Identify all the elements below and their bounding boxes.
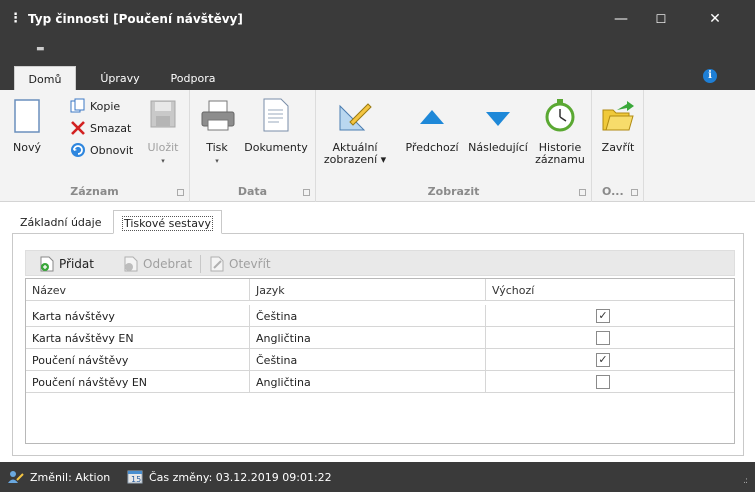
group-data: Tisk ▾ Dokumenty Data <box>190 90 316 202</box>
tab-podpora[interactable]: Podpora <box>162 66 224 90</box>
smazat-button[interactable]: Smazat <box>70 120 131 136</box>
data-launcher-icon[interactable] <box>303 189 310 196</box>
column-header-jazyk[interactable]: Jazyk <box>250 279 486 301</box>
group-label-zobrazit: Zobrazit <box>427 185 480 198</box>
status-change-time: 15 Čas změny: 03.12.2019 09:01:22 <box>127 470 332 484</box>
status-changed-by: Změnil: Aktion <box>8 470 110 484</box>
detail-tabs: Základní údaje Tiskové sestavy <box>12 206 744 234</box>
predchozi-button[interactable]: Předchozí <box>402 98 462 154</box>
cell-jazyk: Čeština <box>250 305 486 327</box>
calendar-icon: 15 <box>127 470 143 484</box>
maximize-button[interactable]: ☐ <box>641 0 681 38</box>
cell-nazev: Karta návštěvy <box>26 305 250 327</box>
toolbar-separator <box>200 255 201 273</box>
vychozi-checkbox[interactable]: ✓ <box>596 309 610 323</box>
tisk-button[interactable]: Tisk ▾ <box>200 98 236 167</box>
arrow-up-icon <box>414 98 450 134</box>
add-document-icon <box>40 256 54 272</box>
obnovit-button[interactable]: Obnovit <box>70 142 133 158</box>
refresh-icon <box>71 143 85 157</box>
minimize-button[interactable]: — <box>601 0 641 38</box>
window-title: Typ činnosti [Poučení návštěvy] <box>28 12 243 26</box>
resize-grip-icon[interactable]: .: <box>743 476 748 486</box>
title-bar: ⋮ Typ činnosti [Poučení návštěvy] — ☐ ✕ <box>0 0 755 38</box>
vychozi-checkbox[interactable] <box>596 375 610 389</box>
tisk-dropdown-icon: ▾ <box>215 157 219 165</box>
cell-vychozi: ✓ <box>486 349 734 371</box>
quick-access-dropdown-icon[interactable]: ▬ <box>36 44 45 54</box>
tab-upravy[interactable]: Úpravy <box>90 66 150 90</box>
ribbon: Nový Kopie Smazat Obnovit Uložit ▾ Zázna… <box>0 90 755 202</box>
o-launcher-icon[interactable] <box>631 189 638 196</box>
column-header-vychozi[interactable]: Výchozí <box>486 279 734 301</box>
group-label-data: Data <box>237 185 268 198</box>
zobrazit-launcher-icon[interactable] <box>579 189 586 196</box>
ruler-pencil-icon <box>337 98 373 134</box>
cell-nazev: Karta návštěvy EN <box>26 327 250 349</box>
grid-header-row: Název Jazyk Výchozí <box>26 279 734 301</box>
svg-text:15: 15 <box>131 475 141 484</box>
tab-zakladni-udaje[interactable]: Základní údaje <box>12 210 109 234</box>
ulozit-dropdown-icon: ▾ <box>161 157 165 165</box>
cell-vychozi: ✓ <box>486 305 734 327</box>
group-o: Zavřít O... <box>592 90 644 202</box>
group-zobrazit: Aktuální zobrazení ▾ Předchozí Následují… <box>316 90 592 202</box>
sestavy-grid: Název Jazyk Výchozí Karta návštěvy Češti… <box>25 278 735 444</box>
user-edit-icon <box>8 471 24 483</box>
edit-document-icon <box>210 256 224 272</box>
close-button[interactable]: ✕ <box>695 0 735 38</box>
sestavy-toolbar: Přidat Odebrat Otevřít <box>25 250 735 276</box>
pridat-button[interactable]: Přidat <box>40 256 94 272</box>
historie-zaznamu-button[interactable]: Historie záznamu <box>532 98 588 166</box>
tab-domu[interactable]: Domů <box>14 66 76 90</box>
column-header-nazev[interactable]: Název <box>26 279 250 301</box>
zavrit-button[interactable]: Zavřít <box>596 98 640 154</box>
copy-icon <box>70 98 85 113</box>
cell-jazyk: Čeština <box>250 349 486 371</box>
info-icon[interactable]: i <box>703 69 717 83</box>
stopwatch-icon <box>542 98 578 134</box>
arrow-down-icon <box>480 98 516 134</box>
novy-button[interactable]: Nový <box>10 98 44 154</box>
cell-jazyk: Angličtina <box>250 371 486 393</box>
otevrit-button[interactable]: Otevřít <box>210 256 271 272</box>
status-bar: Změnil: Aktion 15 Čas změny: 03.12.2019 … <box>0 462 755 492</box>
odebrat-button[interactable]: Odebrat <box>124 256 192 272</box>
delete-x-icon <box>71 121 85 135</box>
folder-exit-icon <box>600 98 636 134</box>
table-row[interactable]: Karta návštěvy EN Angličtina <box>26 327 734 349</box>
cell-vychozi <box>486 327 734 349</box>
ulozit-button[interactable]: Uložit ▾ <box>146 98 180 167</box>
table-row[interactable]: Poučení návštěvy Čeština ✓ <box>26 349 734 371</box>
cell-vychozi <box>486 371 734 393</box>
ribbon-tabs: Domů Úpravy Podpora i <box>0 62 755 90</box>
new-document-icon <box>10 98 46 134</box>
content-area: Základní údaje Tiskové sestavy Přidat Od… <box>12 206 744 456</box>
vychozi-checkbox[interactable]: ✓ <box>596 353 610 367</box>
zaznam-launcher-icon[interactable] <box>177 189 184 196</box>
remove-document-icon <box>124 256 138 272</box>
table-row[interactable]: Poučení návštěvy EN Angličtina <box>26 371 734 393</box>
tiskove-sestavy-panel: Přidat Odebrat Otevřít Název Jazyk Výcho… <box>12 234 744 456</box>
document-icon <box>258 98 294 134</box>
cell-nazev: Poučení návštěvy <box>26 349 250 371</box>
cell-nazev: Poučení návštěvy EN <box>26 371 250 393</box>
quick-access-toolbar: ▬ <box>0 38 755 62</box>
vychozi-checkbox[interactable] <box>596 331 610 345</box>
group-zaznam: Nový Kopie Smazat Obnovit Uložit ▾ Zázna… <box>0 90 190 202</box>
dokumenty-button[interactable]: Dokumenty <box>244 98 308 154</box>
tab-tiskove-sestavy[interactable]: Tiskové sestavy <box>113 210 222 234</box>
table-row[interactable]: Karta návštěvy Čeština ✓ <box>26 305 734 327</box>
printer-icon <box>200 98 236 134</box>
group-label-zaznam: Záznam <box>70 185 119 198</box>
nasledujici-button[interactable]: Následující <box>466 98 530 154</box>
kopie-button[interactable]: Kopie <box>70 98 120 114</box>
aktualni-zobrazeni-button[interactable]: Aktuální zobrazení ▾ <box>320 98 390 166</box>
cell-jazyk: Angličtina <box>250 327 486 349</box>
app-menu-icon[interactable]: ⋮ <box>9 11 22 26</box>
save-icon <box>149 98 177 134</box>
